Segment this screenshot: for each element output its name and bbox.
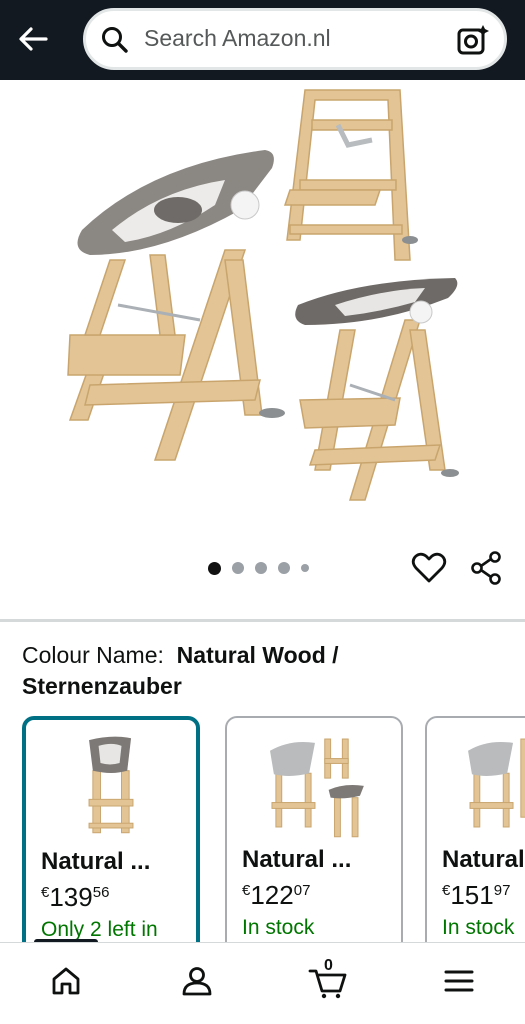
share-icon[interactable]: [468, 549, 506, 587]
section-divider: [0, 619, 525, 622]
variant-carousel[interactable]: Natural ... €13956 Only 2 left in Natura…: [22, 716, 525, 942]
heart-icon[interactable]: [410, 549, 448, 587]
stock-status: In stock: [242, 916, 315, 939]
nav-menu[interactable]: [435, 959, 483, 1003]
colour-name: Colour Name: Natural Wood / Sternenzaube…: [22, 640, 502, 702]
camera-lens-icon[interactable]: [456, 23, 490, 57]
variant-name: Natural ...: [41, 848, 151, 875]
user-icon: [182, 967, 212, 996]
search-icon: [102, 27, 128, 53]
carousel-dot[interactable]: [232, 562, 244, 574]
variant-thumbnail: [468, 738, 525, 828]
carousel-dot[interactable]: [301, 564, 309, 572]
nav-account[interactable]: [173, 959, 221, 1003]
variant-card-2[interactable]: Natural ... €12207 In stock: [225, 716, 403, 942]
hamburger-menu-icon: [444, 970, 474, 992]
nav-cart[interactable]: 0: [304, 957, 352, 1003]
variant-name: Natural ...: [242, 846, 352, 873]
price-fraction: 56: [92, 884, 110, 901]
product-image[interactable]: [0, 80, 525, 550]
carousel-dot[interactable]: [208, 561, 221, 575]
bottom-navigation: 0: [0, 942, 525, 1024]
variant-thumbnail: [88, 736, 134, 834]
home-icon: [52, 967, 80, 995]
variant-thumbnail: [270, 738, 364, 838]
variant-card-3[interactable]: Natural ... €15197 In stock: [425, 716, 525, 942]
carousel-dot[interactable]: [255, 562, 267, 574]
top-header: Search Amazon.nl: [0, 0, 525, 80]
cart-count-badge: 0: [324, 957, 333, 974]
price-whole: 139: [49, 882, 93, 912]
variant-price: €15197: [442, 880, 510, 911]
back-arrow-icon: [19, 27, 48, 51]
price-fraction: 07: [293, 882, 311, 899]
variant-name: Natural ...: [442, 846, 525, 873]
price-fraction: 97: [493, 882, 511, 899]
price-whole: 122: [250, 880, 294, 910]
stock-status: In stock: [442, 916, 515, 939]
price-whole: 151: [450, 880, 494, 910]
variant-card-1[interactable]: Natural ... €13956 Only 2 left in: [22, 716, 200, 942]
variant-price: €13956: [41, 882, 109, 913]
high-chair-illustration: [67, 89, 459, 501]
variant-price: €12207: [242, 880, 310, 911]
carousel-dot[interactable]: [278, 562, 290, 574]
back-button[interactable]: [12, 18, 54, 60]
image-carousel-dots[interactable]: [208, 561, 309, 575]
search-input[interactable]: Search Amazon.nl: [144, 25, 331, 52]
search-bar[interactable]: Search Amazon.nl: [83, 8, 507, 70]
nav-home[interactable]: [42, 959, 90, 1003]
colour-label: Colour Name:: [22, 642, 164, 668]
